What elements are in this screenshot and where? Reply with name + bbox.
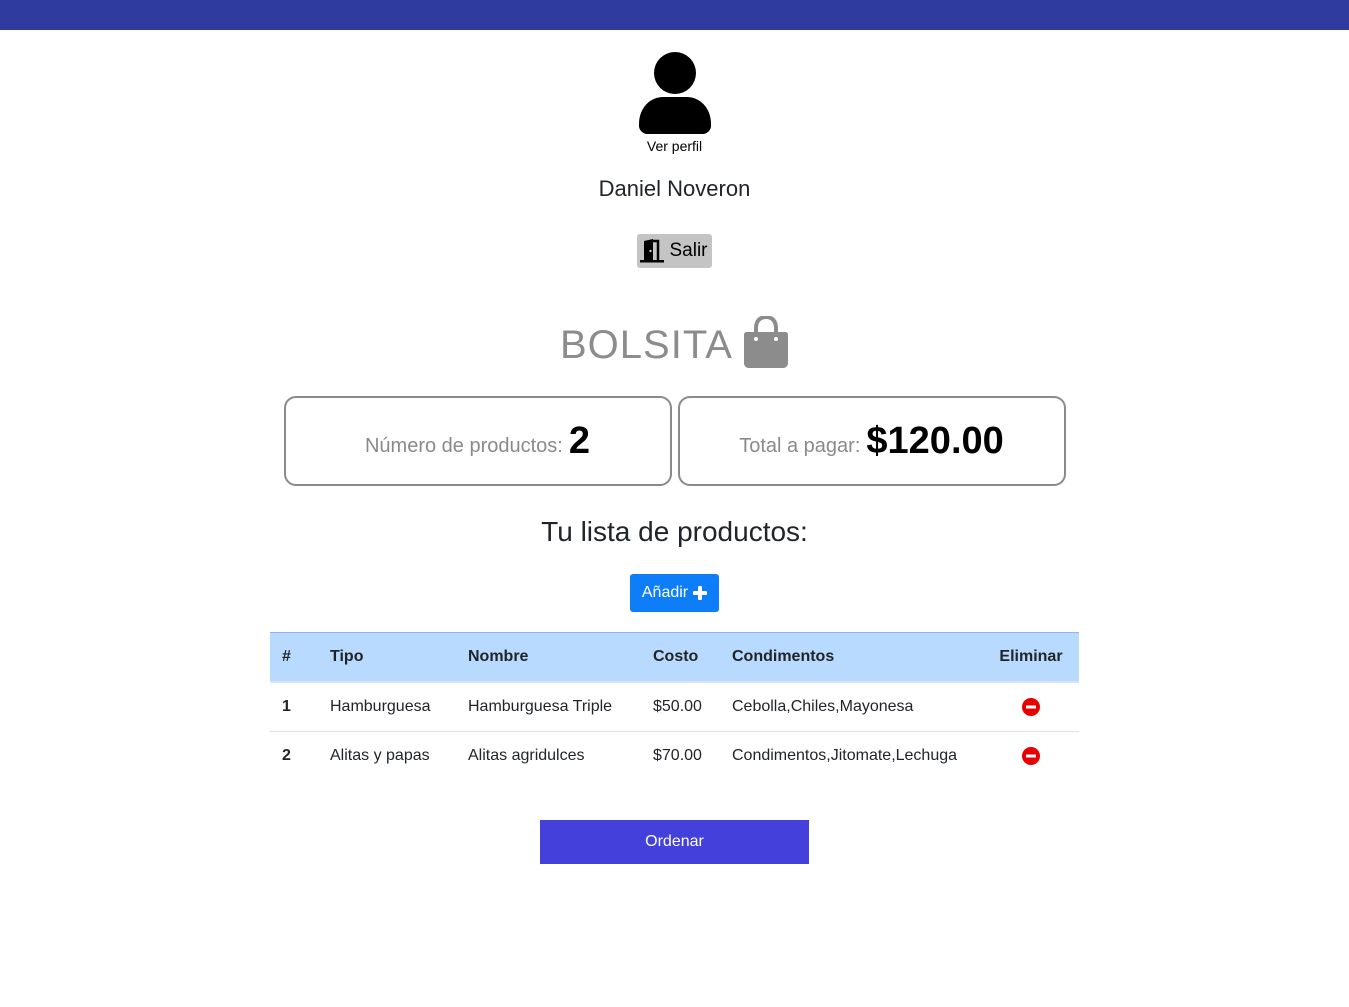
bag-title-text: BOLSITA [560, 322, 733, 367]
row-delete-cell [983, 682, 1079, 732]
product-count-value: 2 [568, 419, 591, 462]
minus-circle-icon[interactable] [1022, 697, 1040, 716]
product-count-label: Número de productos: [364, 434, 563, 457]
user-icon[interactable] [638, 52, 711, 134]
shopping-bag-icon [743, 316, 788, 368]
row-condimentos: Cebolla,Chiles,Mayonesa [720, 682, 983, 732]
view-profile-link[interactable]: Ver perfil [647, 138, 702, 154]
order-button[interactable]: Ordenar [540, 820, 809, 864]
total-card: Total a pagar: $120.00 [677, 396, 1066, 486]
door-open-icon [640, 239, 665, 263]
table-row: 2 Alitas y papas Alitas agridulces $70.0… [270, 732, 1079, 781]
product-count-card: Número de productos: 2 [283, 396, 672, 486]
row-tipo: Hamburguesa [318, 682, 456, 732]
bag-title: BOLSITA [0, 316, 1349, 368]
row-condimentos: Condimentos,Jitomate,Lechuga [732, 747, 958, 764]
row-costo: $50.00 [641, 682, 720, 732]
logout-button[interactable]: Salir [637, 234, 712, 268]
row-costo: $70.00 [653, 747, 702, 764]
add-button-label: Añadir [641, 584, 689, 601]
table-row: 1 Hamburguesa Hamburguesa Triple $50.00 … [270, 682, 1079, 732]
column-header-eliminar: Eliminar [983, 632, 1079, 683]
profile-section: Ver perfil Daniel Noveron Salir [0, 30, 1349, 268]
column-header-nombre: Nombre [456, 632, 641, 683]
column-header-tipo: Tipo [318, 632, 456, 683]
column-header-number: # [270, 632, 318, 683]
table-header-row: # Tipo Nombre Costo Condimentos Eliminar [270, 632, 1079, 683]
total-value: $120.00 [866, 419, 1004, 462]
row-delete-cell [983, 732, 1079, 781]
logout-label: Salir [669, 240, 708, 261]
row-nombre: Hamburguesa Triple [456, 682, 641, 732]
row-tipo: Alitas y papas [330, 747, 430, 764]
plus-icon [693, 586, 708, 600]
product-list-heading: Tu lista de productos: [541, 516, 808, 547]
bag-summary: Número de productos: 2 Total a pagar: $1… [0, 396, 1349, 486]
column-header-condimentos: Condimentos [720, 632, 983, 683]
column-header-costo: Costo [641, 632, 720, 683]
top-navbar [0, 0, 1349, 30]
total-label: Total a pagar: [739, 434, 861, 457]
user-name: Daniel Noveron [598, 176, 751, 201]
row-number: 1 [270, 682, 318, 732]
add-product-button[interactable]: Añadir [629, 574, 720, 612]
product-table: # Tipo Nombre Costo Condimentos Eliminar… [270, 632, 1079, 780]
row-nombre: Alitas agridulces [468, 747, 585, 764]
minus-circle-icon[interactable] [1022, 746, 1040, 765]
row-number: 2 [282, 747, 291, 764]
